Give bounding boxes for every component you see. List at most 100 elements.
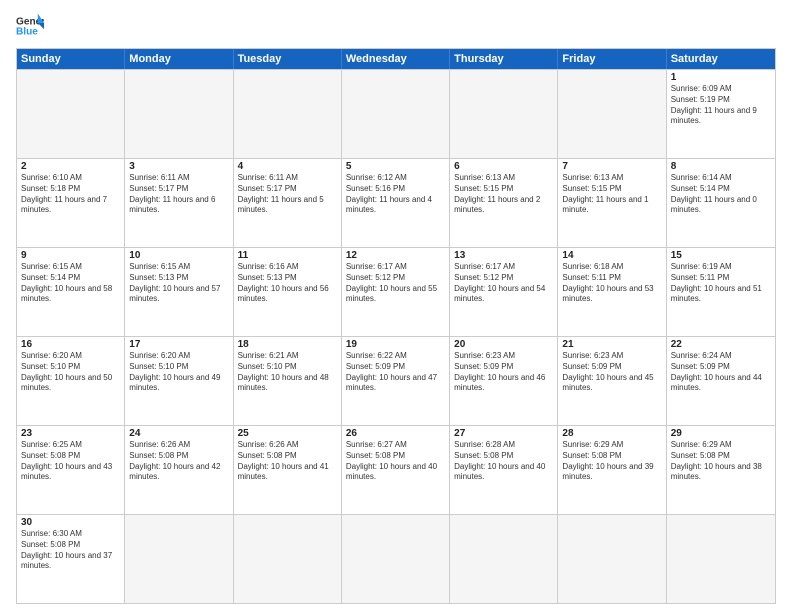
calendar-cell: 13Sunrise: 6:17 AM Sunset: 5:12 PM Dayli… [450, 248, 558, 336]
day-number: 11 [238, 250, 337, 261]
day-number: 29 [671, 428, 771, 439]
calendar-row-5: 30Sunrise: 6:30 AM Sunset: 5:08 PM Dayli… [17, 514, 775, 603]
calendar-cell: 9Sunrise: 6:15 AM Sunset: 5:14 PM Daylig… [17, 248, 125, 336]
calendar-cell [125, 70, 233, 158]
day-info: Sunrise: 6:09 AM Sunset: 5:19 PM Dayligh… [671, 84, 771, 127]
calendar-cell: 11Sunrise: 6:16 AM Sunset: 5:13 PM Dayli… [234, 248, 342, 336]
day-number: 14 [562, 250, 661, 261]
calendar-row-4: 23Sunrise: 6:25 AM Sunset: 5:08 PM Dayli… [17, 425, 775, 514]
calendar-cell [342, 515, 450, 603]
logo: General Blue [16, 12, 44, 40]
calendar-cell: 23Sunrise: 6:25 AM Sunset: 5:08 PM Dayli… [17, 426, 125, 514]
day-info: Sunrise: 6:17 AM Sunset: 5:12 PM Dayligh… [454, 262, 553, 305]
calendar-cell: 1Sunrise: 6:09 AM Sunset: 5:19 PM Daylig… [667, 70, 775, 158]
day-info: Sunrise: 6:27 AM Sunset: 5:08 PM Dayligh… [346, 440, 445, 483]
calendar-cell: 28Sunrise: 6:29 AM Sunset: 5:08 PM Dayli… [558, 426, 666, 514]
day-number: 19 [346, 339, 445, 350]
day-info: Sunrise: 6:18 AM Sunset: 5:11 PM Dayligh… [562, 262, 661, 305]
calendar-cell [17, 70, 125, 158]
day-info: Sunrise: 6:23 AM Sunset: 5:09 PM Dayligh… [454, 351, 553, 394]
day-info: Sunrise: 6:12 AM Sunset: 5:16 PM Dayligh… [346, 173, 445, 216]
weekday-header-saturday: Saturday [667, 49, 775, 69]
day-number: 15 [671, 250, 771, 261]
day-info: Sunrise: 6:29 AM Sunset: 5:08 PM Dayligh… [671, 440, 771, 483]
calendar-cell: 5Sunrise: 6:12 AM Sunset: 5:16 PM Daylig… [342, 159, 450, 247]
day-number: 24 [129, 428, 228, 439]
day-number: 17 [129, 339, 228, 350]
day-info: Sunrise: 6:24 AM Sunset: 5:09 PM Dayligh… [671, 351, 771, 394]
day-number: 16 [21, 339, 120, 350]
day-info: Sunrise: 6:13 AM Sunset: 5:15 PM Dayligh… [454, 173, 553, 216]
calendar: SundayMondayTuesdayWednesdayThursdayFrid… [16, 48, 776, 604]
calendar-cell: 2Sunrise: 6:10 AM Sunset: 5:18 PM Daylig… [17, 159, 125, 247]
day-number: 28 [562, 428, 661, 439]
calendar-cell: 18Sunrise: 6:21 AM Sunset: 5:10 PM Dayli… [234, 337, 342, 425]
day-info: Sunrise: 6:26 AM Sunset: 5:08 PM Dayligh… [129, 440, 228, 483]
calendar-cell: 29Sunrise: 6:29 AM Sunset: 5:08 PM Dayli… [667, 426, 775, 514]
day-info: Sunrise: 6:29 AM Sunset: 5:08 PM Dayligh… [562, 440, 661, 483]
calendar-cell [125, 515, 233, 603]
calendar-row-1: 2Sunrise: 6:10 AM Sunset: 5:18 PM Daylig… [17, 158, 775, 247]
calendar-cell: 25Sunrise: 6:26 AM Sunset: 5:08 PM Dayli… [234, 426, 342, 514]
calendar-cell: 7Sunrise: 6:13 AM Sunset: 5:15 PM Daylig… [558, 159, 666, 247]
day-number: 5 [346, 161, 445, 172]
day-number: 18 [238, 339, 337, 350]
day-number: 23 [21, 428, 120, 439]
day-number: 3 [129, 161, 228, 172]
calendar-page: General Blue SundayMondayTuesdayWednesda… [0, 0, 792, 612]
calendar-cell [450, 515, 558, 603]
day-number: 10 [129, 250, 228, 261]
calendar-row-2: 9Sunrise: 6:15 AM Sunset: 5:14 PM Daylig… [17, 247, 775, 336]
day-number: 12 [346, 250, 445, 261]
calendar-cell: 21Sunrise: 6:23 AM Sunset: 5:09 PM Dayli… [558, 337, 666, 425]
day-info: Sunrise: 6:15 AM Sunset: 5:14 PM Dayligh… [21, 262, 120, 305]
calendar-cell: 6Sunrise: 6:13 AM Sunset: 5:15 PM Daylig… [450, 159, 558, 247]
day-number: 6 [454, 161, 553, 172]
day-number: 30 [21, 517, 120, 528]
calendar-cell [558, 70, 666, 158]
day-info: Sunrise: 6:11 AM Sunset: 5:17 PM Dayligh… [238, 173, 337, 216]
day-number: 27 [454, 428, 553, 439]
day-number: 20 [454, 339, 553, 350]
calendar-cell: 22Sunrise: 6:24 AM Sunset: 5:09 PM Dayli… [667, 337, 775, 425]
day-info: Sunrise: 6:26 AM Sunset: 5:08 PM Dayligh… [238, 440, 337, 483]
calendar-cell [234, 70, 342, 158]
calendar-cell: 19Sunrise: 6:22 AM Sunset: 5:09 PM Dayli… [342, 337, 450, 425]
calendar-cell: 17Sunrise: 6:20 AM Sunset: 5:10 PM Dayli… [125, 337, 233, 425]
svg-text:Blue: Blue [16, 27, 38, 38]
day-number: 7 [562, 161, 661, 172]
day-number: 21 [562, 339, 661, 350]
weekday-header-monday: Monday [125, 49, 233, 69]
day-info: Sunrise: 6:10 AM Sunset: 5:18 PM Dayligh… [21, 173, 120, 216]
calendar-cell [450, 70, 558, 158]
day-info: Sunrise: 6:17 AM Sunset: 5:12 PM Dayligh… [346, 262, 445, 305]
calendar-cell: 24Sunrise: 6:26 AM Sunset: 5:08 PM Dayli… [125, 426, 233, 514]
calendar-cell: 30Sunrise: 6:30 AM Sunset: 5:08 PM Dayli… [17, 515, 125, 603]
day-number: 4 [238, 161, 337, 172]
day-info: Sunrise: 6:20 AM Sunset: 5:10 PM Dayligh… [21, 351, 120, 394]
calendar-cell: 10Sunrise: 6:15 AM Sunset: 5:13 PM Dayli… [125, 248, 233, 336]
weekday-header-sunday: Sunday [17, 49, 125, 69]
day-info: Sunrise: 6:30 AM Sunset: 5:08 PM Dayligh… [21, 529, 120, 572]
calendar-header: SundayMondayTuesdayWednesdayThursdayFrid… [17, 49, 775, 69]
calendar-cell: 27Sunrise: 6:28 AM Sunset: 5:08 PM Dayli… [450, 426, 558, 514]
day-info: Sunrise: 6:23 AM Sunset: 5:09 PM Dayligh… [562, 351, 661, 394]
day-number: 13 [454, 250, 553, 261]
weekday-header-wednesday: Wednesday [342, 49, 450, 69]
calendar-cell: 20Sunrise: 6:23 AM Sunset: 5:09 PM Dayli… [450, 337, 558, 425]
day-number: 1 [671, 72, 771, 83]
day-number: 26 [346, 428, 445, 439]
day-info: Sunrise: 6:19 AM Sunset: 5:11 PM Dayligh… [671, 262, 771, 305]
day-info: Sunrise: 6:20 AM Sunset: 5:10 PM Dayligh… [129, 351, 228, 394]
day-info: Sunrise: 6:28 AM Sunset: 5:08 PM Dayligh… [454, 440, 553, 483]
calendar-cell: 8Sunrise: 6:14 AM Sunset: 5:14 PM Daylig… [667, 159, 775, 247]
calendar-cell: 14Sunrise: 6:18 AM Sunset: 5:11 PM Dayli… [558, 248, 666, 336]
calendar-cell [667, 515, 775, 603]
day-number: 8 [671, 161, 771, 172]
day-number: 2 [21, 161, 120, 172]
header: General Blue [16, 12, 776, 40]
day-info: Sunrise: 6:21 AM Sunset: 5:10 PM Dayligh… [238, 351, 337, 394]
day-info: Sunrise: 6:22 AM Sunset: 5:09 PM Dayligh… [346, 351, 445, 394]
calendar-cell: 26Sunrise: 6:27 AM Sunset: 5:08 PM Dayli… [342, 426, 450, 514]
calendar-cell: 4Sunrise: 6:11 AM Sunset: 5:17 PM Daylig… [234, 159, 342, 247]
